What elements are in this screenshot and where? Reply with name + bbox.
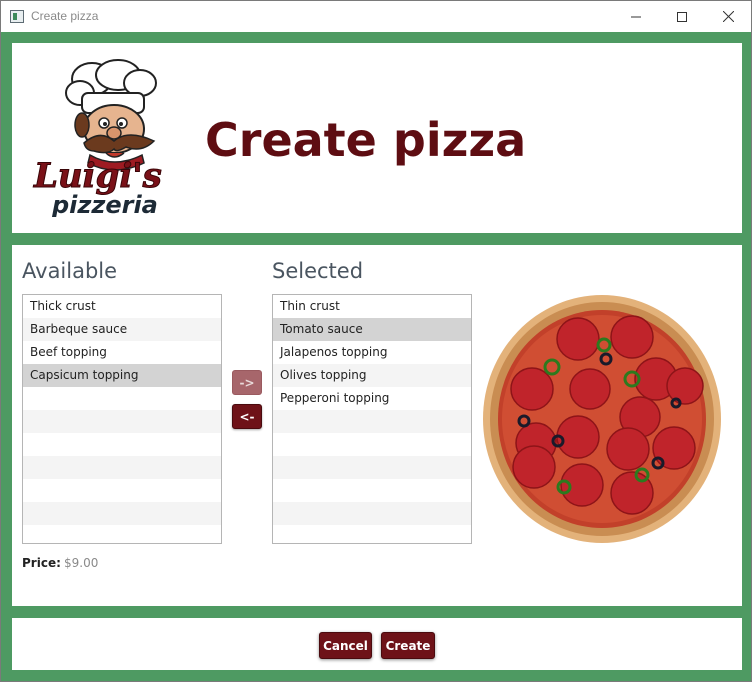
empty-row (273, 502, 471, 525)
app-window: Create pizza Luigi's pizzeria Create piz… (0, 0, 752, 682)
empty-row (23, 410, 221, 433)
close-icon (722, 11, 734, 22)
list-item[interactable]: Pepperoni topping (273, 387, 471, 410)
svg-text:pizzeria: pizzeria (51, 191, 158, 217)
empty-row (273, 410, 471, 433)
empty-row (23, 433, 221, 456)
price-label: Price: (22, 556, 61, 570)
empty-row (23, 479, 221, 502)
window-title: Create pizza (31, 9, 99, 23)
available-heading: Available (22, 259, 118, 283)
svg-text:Luigi's: Luigi's (33, 156, 162, 196)
close-button[interactable] (705, 1, 751, 32)
maximize-icon (677, 11, 687, 22)
list-item[interactable]: Jalapenos topping (273, 341, 471, 364)
add-topping-button[interactable]: -> (232, 370, 262, 395)
minimize-icon (631, 16, 641, 17)
empty-row (23, 525, 221, 543)
list-item[interactable]: Beef topping (23, 341, 221, 364)
empty-row (23, 502, 221, 525)
app-icon (10, 10, 24, 23)
create-button[interactable]: Create (381, 632, 435, 659)
minimize-button[interactable] (613, 1, 659, 32)
selected-heading: Selected (272, 259, 364, 283)
empty-row (23, 387, 221, 410)
empty-row (273, 433, 471, 456)
price-value: $9.00 (64, 556, 99, 570)
remove-topping-button[interactable]: <- (232, 404, 262, 429)
selected-list[interactable]: Thin crust Tomato sauce Jalapenos toppin… (272, 294, 472, 544)
luigis-pizzeria-logo: Luigi's pizzeria (33, 59, 162, 217)
content-panel: Available Selected Thick crust Barbeque … (12, 245, 742, 606)
list-item[interactable]: Barbeque sauce (23, 318, 221, 341)
maximize-button[interactable] (659, 1, 705, 32)
footer-panel: Cancel Create (12, 618, 742, 670)
pizza-preview-image (483, 295, 721, 543)
list-item[interactable]: Thick crust (23, 295, 221, 318)
list-item-selected[interactable]: Capsicum topping (23, 364, 221, 387)
title-bar: Create pizza (1, 1, 751, 32)
list-item[interactable]: Olives topping (273, 364, 471, 387)
empty-row (23, 456, 221, 479)
cancel-button[interactable]: Cancel (319, 632, 372, 659)
empty-row (273, 525, 471, 543)
page-title: Create pizza (205, 113, 527, 167)
available-list[interactable]: Thick crust Barbeque sauce Beef topping … (22, 294, 222, 544)
list-item[interactable]: Thin crust (273, 295, 471, 318)
header-panel: Luigi's pizzeria Create pizza (12, 43, 742, 233)
list-item-selected[interactable]: Tomato sauce (273, 318, 471, 341)
empty-row (273, 479, 471, 502)
empty-row (273, 456, 471, 479)
